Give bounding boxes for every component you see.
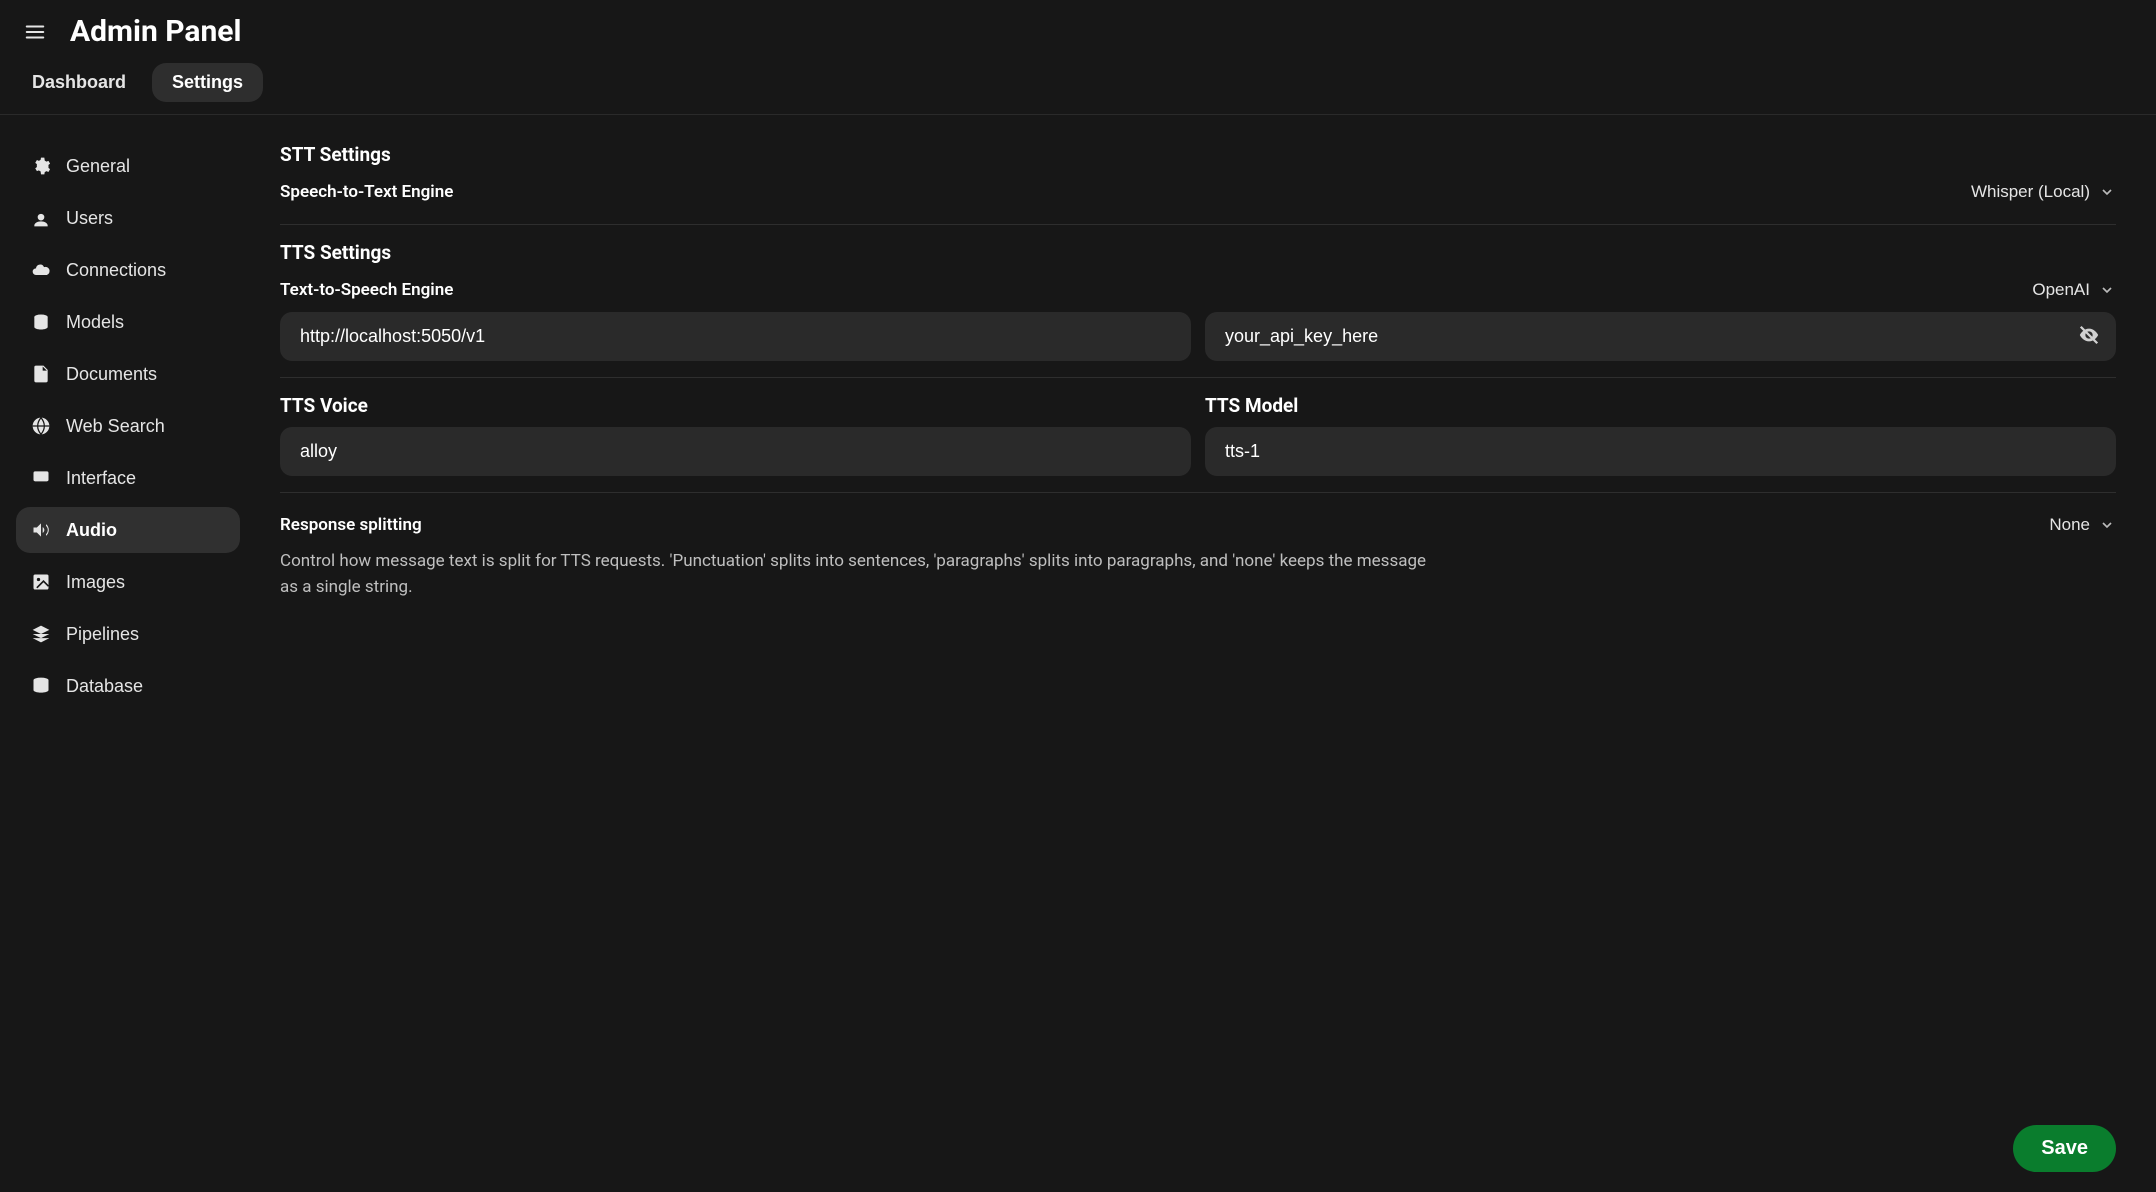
sidebar-item-label: Users: [66, 208, 113, 229]
splitting-select[interactable]: None: [2049, 515, 2116, 535]
tts-api-key-input[interactable]: [1205, 312, 2116, 361]
sidebar-item-label: Interface: [66, 468, 136, 489]
eye-off-icon: [2078, 324, 2100, 349]
tts-url-input[interactable]: [280, 312, 1191, 361]
splitting-description: Control how message text is split for TT…: [280, 549, 1440, 600]
toggle-visibility-button[interactable]: [2076, 324, 2102, 350]
stt-engine-value: Whisper (Local): [1971, 182, 2090, 202]
tts-engine-label: Text-to-Speech Engine: [280, 280, 453, 300]
tts-engine-value: OpenAI: [2032, 280, 2090, 300]
sidebar-item-interface[interactable]: Interface: [16, 455, 240, 501]
splitting-label: Response splitting: [280, 515, 422, 535]
sidebar-item-audio[interactable]: Audio: [16, 507, 240, 553]
tabs: Dashboard Settings: [0, 53, 2156, 115]
sidebar-item-label: Documents: [66, 364, 157, 385]
tts-engine-select[interactable]: OpenAI: [2032, 280, 2116, 300]
sidebar-item-database[interactable]: Database: [16, 663, 240, 709]
tab-settings[interactable]: Settings: [152, 63, 263, 102]
sidebar-item-users[interactable]: Users: [16, 195, 240, 241]
chevron-down-icon: [2098, 281, 2116, 299]
tts-voice-input[interactable]: [280, 427, 1191, 476]
divider: [280, 224, 2116, 225]
tts-heading: TTS Settings: [280, 241, 2116, 264]
sidebar-item-label: Images: [66, 572, 125, 593]
sidebar-item-label: Connections: [66, 260, 166, 281]
splitting-value: None: [2049, 515, 2090, 535]
hamburger-icon: [24, 21, 46, 43]
sidebar-item-connections[interactable]: Connections: [16, 247, 240, 293]
layers-icon: [30, 623, 52, 645]
sidebar-item-models[interactable]: Models: [16, 299, 240, 345]
chevron-down-icon: [2098, 183, 2116, 201]
sidebar-item-label: Web Search: [66, 416, 165, 437]
save-button[interactable]: Save: [2013, 1125, 2116, 1172]
page-title: Admin Panel: [70, 14, 241, 49]
sidebar-item-label: Audio: [66, 520, 117, 541]
stack-icon: [30, 311, 52, 333]
sidebar-item-images[interactable]: Images: [16, 559, 240, 605]
sidebar-item-web-search[interactable]: Web Search: [16, 403, 240, 449]
gear-icon: [30, 155, 52, 177]
sidebar-item-pipelines[interactable]: Pipelines: [16, 611, 240, 657]
image-icon: [30, 571, 52, 593]
tts-model-label: TTS Model: [1205, 394, 2116, 417]
sidebar-item-label: Models: [66, 312, 124, 333]
tts-voice-label: TTS Voice: [280, 394, 1191, 417]
sidebar-item-general[interactable]: General: [16, 143, 240, 189]
sidebar-item-label: General: [66, 156, 130, 177]
speaker-icon: [30, 519, 52, 541]
stt-engine-select[interactable]: Whisper (Local): [1971, 182, 2116, 202]
globe-icon: [30, 415, 52, 437]
stt-engine-label: Speech-to-Text Engine: [280, 182, 453, 202]
divider: [280, 492, 2116, 493]
sidebar-item-label: Pipelines: [66, 624, 139, 645]
tab-dashboard[interactable]: Dashboard: [12, 63, 146, 102]
users-icon: [30, 207, 52, 229]
divider: [280, 377, 2116, 378]
main-panel: STT Settings Speech-to-Text Engine Whisp…: [256, 115, 2156, 1192]
document-icon: [30, 363, 52, 385]
chevron-down-icon: [2098, 516, 2116, 534]
sidebar-item-documents[interactable]: Documents: [16, 351, 240, 397]
sidebar: General Users Connections Models Documen…: [0, 115, 256, 1192]
menu-button[interactable]: [18, 15, 52, 49]
stt-heading: STT Settings: [280, 143, 2116, 166]
monitor-icon: [30, 467, 52, 489]
cloud-icon: [30, 259, 52, 281]
tts-model-input[interactable]: [1205, 427, 2116, 476]
sidebar-item-label: Database: [66, 676, 143, 697]
database-icon: [30, 675, 52, 697]
